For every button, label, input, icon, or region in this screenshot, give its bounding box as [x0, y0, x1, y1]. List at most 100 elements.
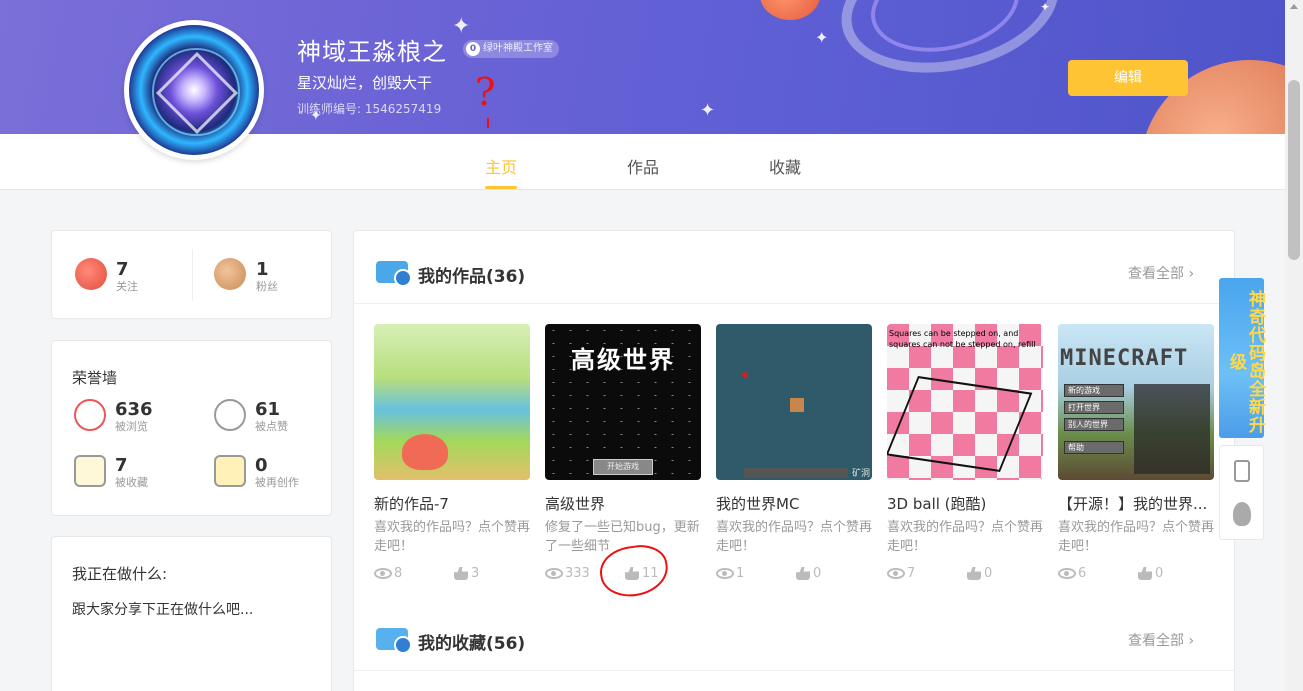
collects-label: 被收藏 [115, 476, 148, 489]
tab-collections[interactable]: 收藏 [769, 154, 801, 178]
fans-count[interactable]: 1 [256, 259, 269, 280]
work-description: 喜欢我的作品吗？点个赞再走吧！ [374, 520, 530, 554]
work-description: 修复了一些已知bug，更新了一些细节 [545, 520, 700, 554]
views-stat: 1 [716, 566, 744, 581]
chevron-right-icon: › [1188, 266, 1195, 282]
fans-icon [214, 258, 246, 290]
collections-section-title: 我的收藏(56) [418, 634, 526, 654]
thumb-wireframe [887, 376, 1033, 472]
eye-icon [374, 568, 392, 579]
float-promo-banner[interactable]: 神奇代码岛全新升级 [1219, 278, 1265, 438]
annotation-dash [487, 118, 489, 128]
qq-icon[interactable] [1233, 502, 1251, 526]
recreate-pencil-icon [214, 455, 246, 487]
tab-works[interactable]: 作品 [627, 154, 659, 178]
trainer-id: 训练师编号: 1546257419 [297, 102, 442, 116]
work-thumbnail[interactable]: 高级世界 开始游戏 [545, 324, 701, 480]
thumbs-up-icon [796, 567, 810, 580]
scrollbar[interactable] [1285, 0, 1303, 691]
work-title[interactable]: 我的世界MC [716, 493, 872, 514]
thumb-menu-item: 别人的世界 [1064, 418, 1124, 431]
thumbs-up-icon [1138, 567, 1152, 580]
likes-stat[interactable]: 3 [454, 566, 479, 581]
work-title[interactable]: 3D ball (跑酷) [887, 493, 1043, 514]
collect-box-icon [74, 455, 106, 487]
eye-icon [716, 568, 734, 579]
collections-see-all-label: 查看全部 [1128, 633, 1184, 649]
work-thumbnail[interactable]: MINECRAFT 新的游戏 打开世界 别人的世界 帮助 [1058, 324, 1214, 480]
likes-count: 3 [471, 566, 480, 581]
work-thumbnail[interactable]: 矿洞 [716, 324, 872, 480]
thumb-logo: MINECRAFT [1060, 346, 1189, 371]
work-title[interactable]: 【开源！】我的世界... [1058, 493, 1214, 514]
thumb-hotbar [744, 468, 848, 478]
works-see-all-link[interactable]: 查看全部 › [1128, 263, 1194, 283]
sparkle-icon: ✦ [815, 28, 829, 47]
doing-text[interactable]: 跟大家分享下正在做什么吧... [72, 599, 253, 619]
thumb-character [402, 434, 448, 470]
thumb-menu-item: 打开世界 [1064, 401, 1124, 414]
thumb-marker [742, 372, 748, 378]
work-card[interactable]: 矿洞 我的世界MC 喜欢我的作品吗？点个赞再走吧！ 1 0 [716, 324, 872, 584]
avatar[interactable] [124, 20, 264, 160]
phone-icon[interactable] [1234, 460, 1250, 482]
work-card[interactable]: MINECRAFT 新的游戏 打开世界 别人的世界 帮助 【开源！】我的世界..… [1058, 324, 1214, 584]
thumb-menu-item: 新的游戏 [1064, 384, 1124, 397]
work-title[interactable]: 新的作品-7 [374, 493, 530, 514]
eye-icon [74, 399, 106, 431]
work-description: 喜欢我的作品吗？点个赞再走吧！ [716, 520, 872, 554]
planet-decoration [760, 0, 820, 20]
views-stat: 333 [545, 566, 590, 581]
work-card[interactable]: 新的作品-7 喜欢我的作品吗？点个赞再走吧！ 8 3 [374, 324, 530, 584]
thumb-menu-item: 帮助 [1064, 441, 1124, 454]
views-count: 8 [394, 566, 403, 581]
scroll-thumb[interactable] [1288, 80, 1300, 260]
work-meta: 333 11 [545, 566, 701, 584]
doing-card: 我正在做什么: 跟大家分享下正在做什么吧... [51, 536, 332, 691]
work-title[interactable]: 高级世界 [545, 493, 701, 514]
doing-title: 我正在做什么: [72, 565, 168, 583]
thumb-player [790, 398, 804, 412]
chevron-right-icon: › [1188, 633, 1195, 649]
thumb-corner-text: 矿洞 [851, 469, 870, 479]
views-count: 1 [736, 566, 745, 581]
divider [354, 303, 1234, 304]
work-thumbnail[interactable]: Squares can be stepped on, and squares c… [887, 324, 1043, 480]
studio-badge[interactable]: 0 绿叶神殿工作室 [463, 40, 559, 58]
studio-name: 绿叶神殿工作室 [483, 43, 553, 54]
sparkle-icon: ✦ [452, 14, 471, 39]
edit-button[interactable]: 编辑 [1068, 60, 1188, 96]
avatar-image [129, 25, 259, 155]
follow-card: 7 关注 1 粉丝 [51, 230, 332, 319]
sparkle-icon: ✦ [1040, 0, 1051, 14]
likes-count: 61 [255, 399, 281, 420]
fans-label[interactable]: 粉丝 [256, 278, 278, 294]
work-card[interactable]: Squares can be stepped on, and squares c… [887, 324, 1043, 584]
recreates-label: 被再创作 [255, 476, 299, 489]
collections-see-all-link[interactable]: 查看全部 › [1128, 630, 1194, 650]
work-card[interactable]: 高级世界 开始游戏 高级世界 修复了一些已知bug，更新了一些细节 333 11 [545, 324, 701, 584]
scroll-up-arrow-icon[interactable] [1290, 4, 1298, 9]
profile-name: 神域王淼桹之 [297, 38, 447, 66]
likes-label: 被点赞 [255, 420, 288, 433]
following-count[interactable]: 7 [116, 259, 129, 280]
views-count: 333 [565, 566, 590, 581]
tab-home[interactable]: 主页 [485, 154, 517, 178]
sparkle-icon: ✦ [700, 100, 716, 121]
views-label: 被浏览 [115, 420, 148, 433]
work-thumbnail[interactable] [374, 324, 530, 480]
work-description: 喜欢我的作品吗？点个赞再走吧！ [887, 520, 1043, 554]
views-count: 636 [115, 399, 153, 420]
likes-stat[interactable]: 0 [1138, 566, 1163, 581]
active-tab-indicator [485, 186, 517, 189]
likes-stat[interactable]: 0 [967, 566, 992, 581]
likes-stat[interactable]: 0 [796, 566, 821, 581]
divider [354, 670, 1234, 671]
divider [192, 249, 193, 301]
work-meta: 1 0 [716, 566, 872, 584]
following-label[interactable]: 关注 [116, 278, 138, 294]
work-meta: 6 0 [1058, 566, 1214, 584]
likes-stat[interactable]: 11 [625, 566, 659, 581]
badge-count: 0 [466, 42, 480, 56]
views-count: 7 [907, 566, 916, 581]
